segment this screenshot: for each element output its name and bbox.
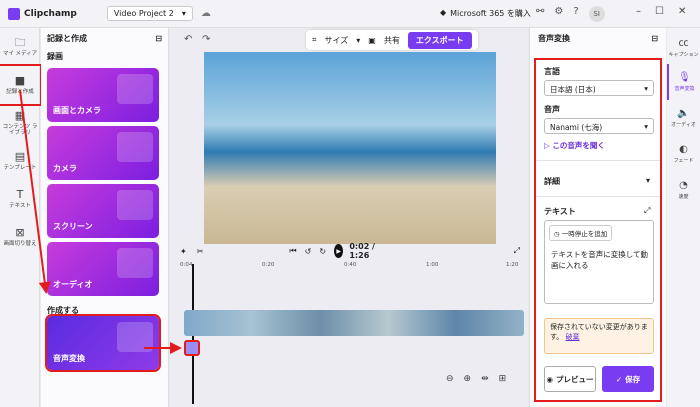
arrow-to-tts-card: [19, 89, 51, 294]
annotation-arrows: [19, 89, 182, 354]
